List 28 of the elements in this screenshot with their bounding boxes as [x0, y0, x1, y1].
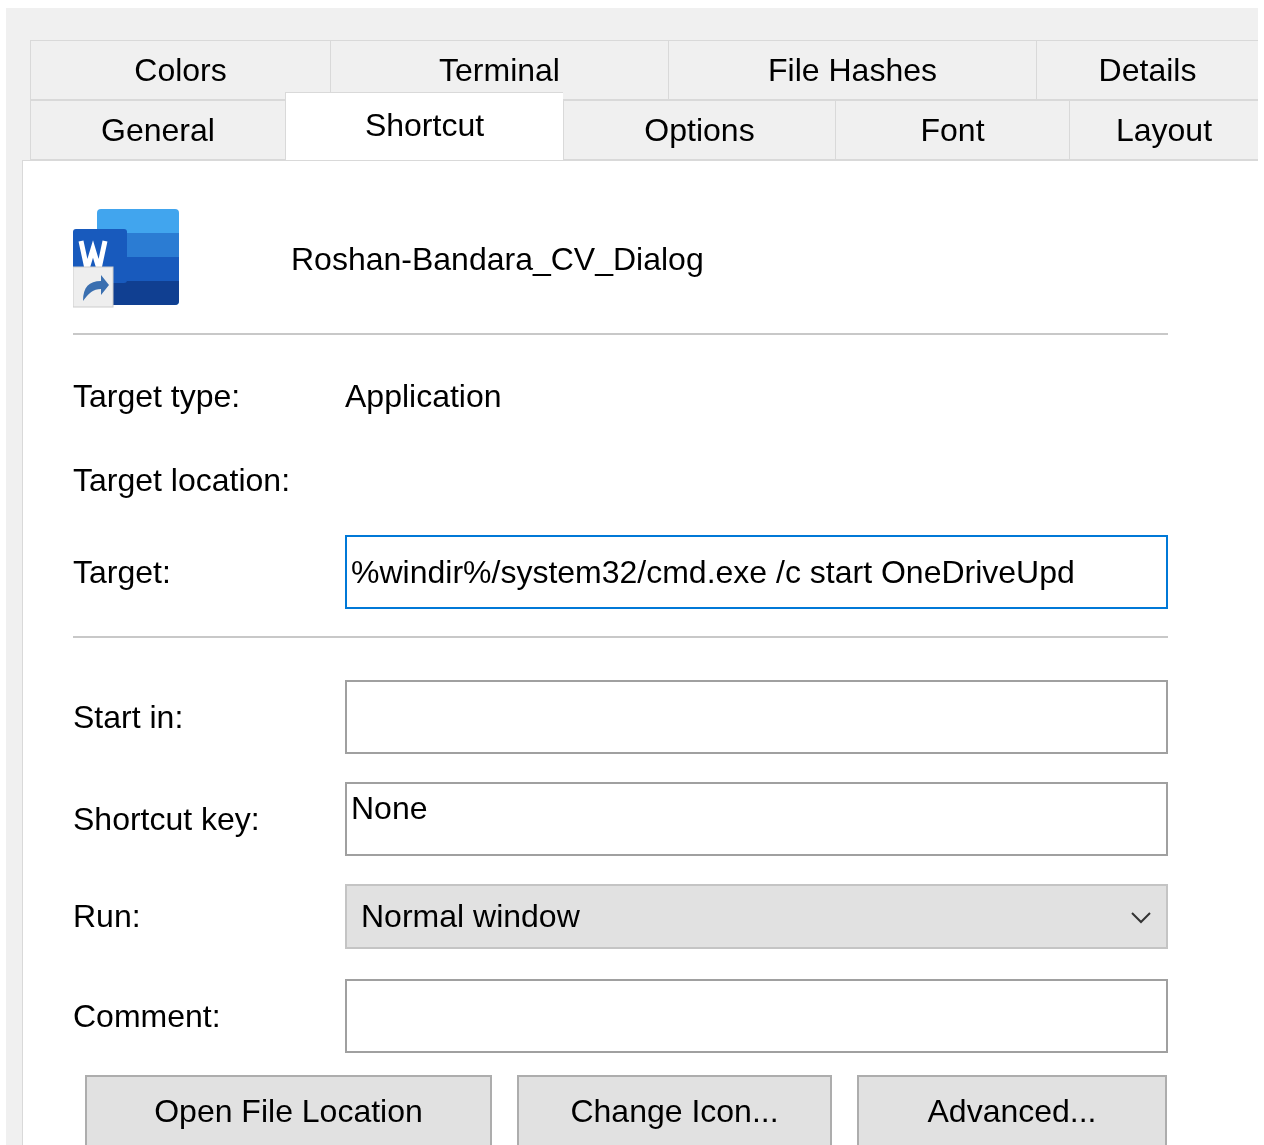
field-label: Shortcut key:: [73, 800, 261, 838]
field-label: Target location:: [73, 462, 291, 499]
text-field[interactable]: [345, 680, 1168, 754]
chevron-down-icon: [1130, 909, 1152, 924]
text-field[interactable]: None: [345, 782, 1168, 856]
target-field[interactable]: %windir%/system32/cmd.exe /c start OneDriveUpd: [345, 535, 1168, 609]
action-button[interactable]: Open File Location: [85, 1075, 492, 1145]
tab[interactable]: File Hashes: [668, 40, 1036, 100]
tab[interactable]: Colors: [30, 40, 330, 100]
tab[interactable]: Terminal: [330, 40, 668, 100]
tab[interactable]: Shortcut: [285, 92, 563, 160]
tab[interactable]: Font: [835, 100, 1069, 160]
tab[interactable]: General: [30, 100, 285, 160]
tab[interactable]: Options: [563, 100, 835, 160]
field-label: Comment:: [73, 997, 222, 1035]
action-button[interactable]: Advanced...: [857, 1075, 1167, 1145]
document-shortcut-icon: [73, 209, 179, 309]
shortcut-name: Roshan-Bandara_CV_Dialog: [291, 240, 704, 278]
field-label: Target:: [73, 553, 172, 591]
field-label: Run:: [73, 898, 142, 935]
field-label: Target type:: [73, 378, 242, 415]
tab[interactable]: Layout: [1069, 100, 1258, 160]
field-label: Start in:: [73, 698, 185, 736]
tab[interactable]: Details: [1036, 40, 1258, 100]
text-field[interactable]: [345, 979, 1168, 1053]
action-button[interactable]: Change Icon...: [517, 1075, 832, 1145]
field-value: Application: [345, 378, 502, 415]
dropdown[interactable]: Normal window: [345, 884, 1168, 949]
